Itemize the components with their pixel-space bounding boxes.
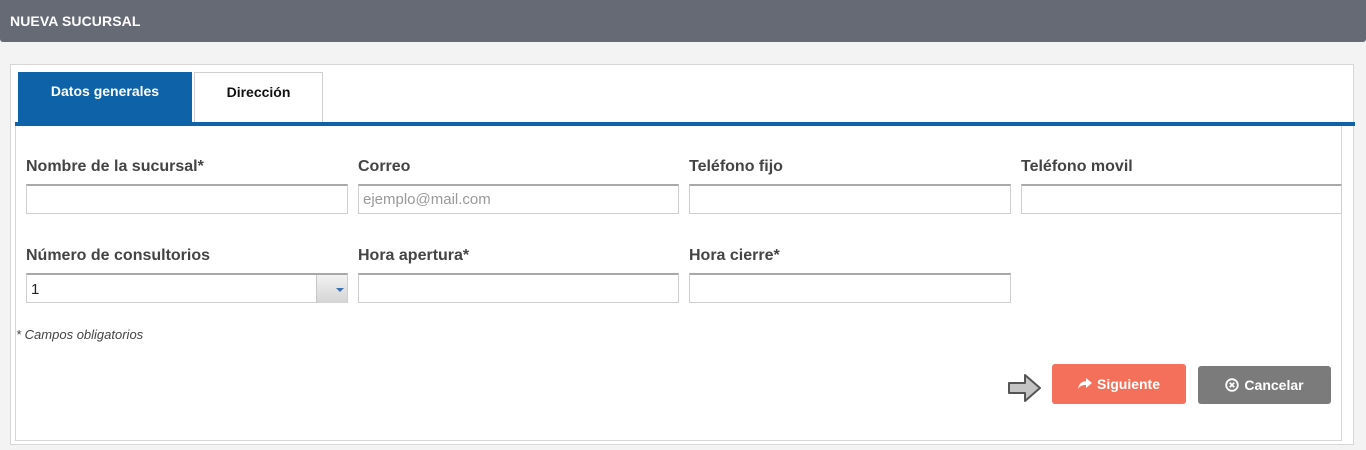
nombre-input[interactable] (26, 184, 348, 214)
tab-direccion[interactable]: Dirección (194, 72, 323, 122)
chevron-down-icon[interactable] (316, 275, 347, 303)
circle-x-icon (1225, 378, 1240, 392)
page-header: NUEVA SUCURSAL (0, 0, 1366, 42)
consultorios-selected-value: 1 (31, 281, 40, 298)
consultorios-label: Número de consultorios (26, 247, 211, 264)
tab-datos-generales[interactable]: Datos generales (18, 72, 192, 122)
correo-input[interactable] (358, 184, 679, 214)
page-title: NUEVA SUCURSAL (10, 13, 141, 29)
siguiente-button[interactable]: Siguiente (1052, 364, 1186, 404)
telefono-fijo-input[interactable] (689, 184, 1011, 214)
hora-cierre-input[interactable] (689, 273, 1011, 303)
consultorios-select[interactable]: 1 (26, 273, 348, 303)
form-panel: Datos generales Dirección Nombre de la s… (10, 64, 1355, 445)
cancelar-label: Cancelar (1244, 377, 1304, 393)
cancelar-button[interactable]: Cancelar (1198, 366, 1331, 404)
required-fields-note: * Campos obligatorios (16, 327, 144, 342)
hora-apertura-label: Hora apertura* (358, 247, 470, 264)
nombre-label: Nombre de la sucursal* (26, 158, 204, 175)
share-arrow-icon (1077, 378, 1092, 389)
right-arrow-icon (1008, 374, 1041, 402)
telefono-movil-input[interactable] (1021, 184, 1342, 214)
telefono-movil-label: Teléfono movil (1021, 158, 1133, 175)
telefono-fijo-label: Teléfono fijo (689, 158, 783, 175)
siguiente-label: Siguiente (1096, 376, 1160, 392)
hora-apertura-input[interactable] (358, 273, 679, 303)
correo-label: Correo (358, 158, 411, 175)
hora-cierre-label: Hora cierre* (689, 247, 780, 264)
